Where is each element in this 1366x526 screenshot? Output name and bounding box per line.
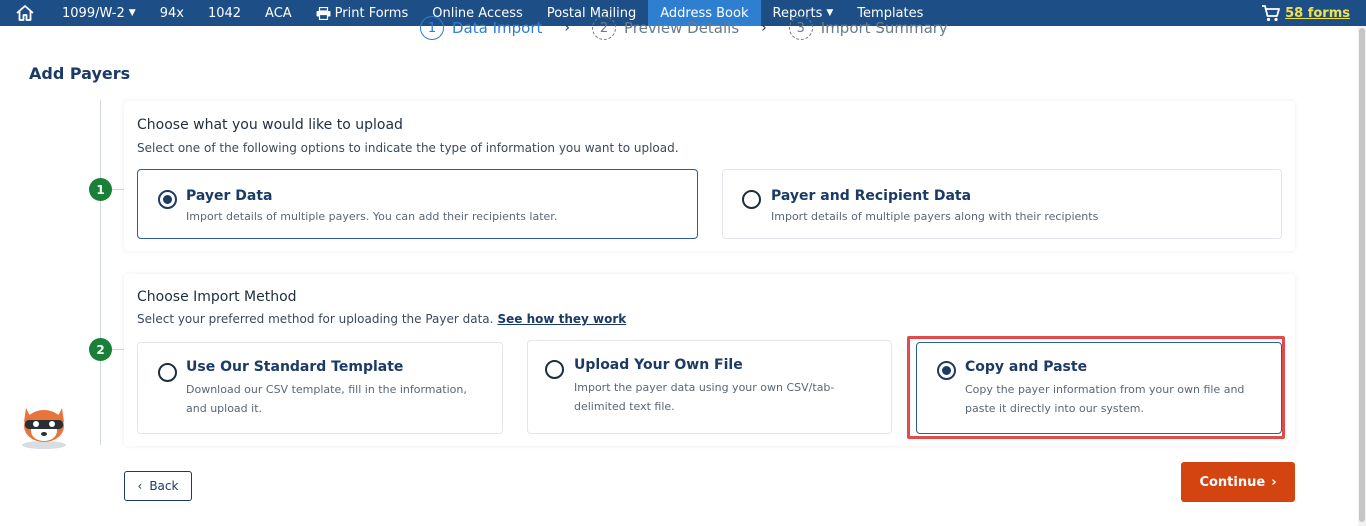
option-description: and upload it. bbox=[186, 402, 263, 415]
option-description: Download our CSV template, fill in the i… bbox=[186, 383, 467, 396]
cart-link[interactable]: 58 forms bbox=[1261, 0, 1350, 26]
see-how-they-work-link[interactable]: See how they work bbox=[497, 312, 626, 326]
option-title: Payer Data bbox=[186, 188, 273, 204]
section-subtitle: Select your preferred method for uploadi… bbox=[137, 312, 627, 326]
step-import-summary: 3 Import Summary bbox=[788, 16, 948, 40]
option-title: Payer and Recipient Data bbox=[771, 188, 972, 204]
home-icon[interactable] bbox=[0, 0, 50, 26]
back-button[interactable]: ‹ Back bbox=[124, 471, 192, 501]
option-standard-template[interactable]: Use Our Standard Template Download our C… bbox=[137, 342, 503, 434]
timeline-connector bbox=[112, 189, 124, 190]
chevron-down-icon: ▼ bbox=[128, 8, 136, 18]
option-upload-own-file[interactable]: Upload Your Own File Import the payer da… bbox=[527, 340, 892, 434]
chevron-left-icon: ‹ bbox=[137, 479, 143, 493]
radio-upload-own-file[interactable] bbox=[545, 360, 564, 379]
section-subtitle: Select one of the following options to i… bbox=[137, 141, 679, 155]
timeline-line bbox=[100, 100, 101, 445]
section-title: Choose Import Method bbox=[137, 289, 297, 305]
import-stepper: 1 Data Import › 2 Preview Details › 3 Im… bbox=[420, 16, 970, 40]
section-title: Choose what you would like to upload bbox=[137, 117, 403, 133]
cart-count[interactable]: 58 forms bbox=[1285, 6, 1350, 21]
option-title: Use Our Standard Template bbox=[186, 359, 404, 375]
step-data-import: 1 Data Import bbox=[420, 16, 542, 40]
option-description: Import details of multiple payers along … bbox=[771, 210, 1099, 223]
radio-payer-recipient-data[interactable] bbox=[742, 190, 761, 209]
chevron-right-icon: › bbox=[1271, 474, 1277, 490]
page-title: Add Payers bbox=[29, 64, 131, 83]
step-number-2: 2 bbox=[89, 338, 112, 361]
radio-payer-data[interactable] bbox=[158, 190, 177, 209]
timeline-connector bbox=[112, 349, 124, 350]
nav-item-print-forms[interactable]: Print Forms bbox=[304, 0, 421, 26]
scrollbar[interactable] bbox=[1358, 26, 1366, 526]
nav-item-1099-w2[interactable]: 1099/W-2 ▼ bbox=[50, 0, 148, 26]
nav-item-aca[interactable]: ACA bbox=[253, 0, 304, 26]
upload-type-panel: Choose what you would like to upload Sel… bbox=[124, 101, 1295, 251]
option-description: Import details of multiple payers. You c… bbox=[186, 210, 558, 223]
printer-icon bbox=[316, 6, 331, 20]
nav-item-94x[interactable]: 94x bbox=[148, 0, 196, 26]
selection-highlight bbox=[907, 336, 1285, 439]
continue-button[interactable]: Continue › bbox=[1181, 462, 1295, 502]
radio-standard-template[interactable] bbox=[158, 363, 177, 382]
option-title: Upload Your Own File bbox=[574, 357, 743, 373]
scrollbar-thumb[interactable] bbox=[1359, 28, 1365, 522]
nav-item-1042[interactable]: 1042 bbox=[196, 0, 253, 26]
chevron-right-icon: › bbox=[564, 20, 570, 36]
option-payer-data[interactable]: Payer Data Import details of multiple pa… bbox=[137, 169, 698, 239]
step-preview-details: 2 Preview Details bbox=[591, 16, 739, 40]
chevron-right-icon: › bbox=[761, 20, 767, 36]
option-description: delimited text file. bbox=[574, 400, 675, 413]
cart-icon bbox=[1261, 4, 1281, 22]
assistant-mascot[interactable] bbox=[16, 398, 72, 450]
option-payer-recipient-data[interactable]: Payer and Recipient Data Import details … bbox=[722, 169, 1282, 239]
step-number-1: 1 bbox=[89, 178, 112, 201]
option-description: Import the payer data using your own CSV… bbox=[574, 381, 835, 394]
